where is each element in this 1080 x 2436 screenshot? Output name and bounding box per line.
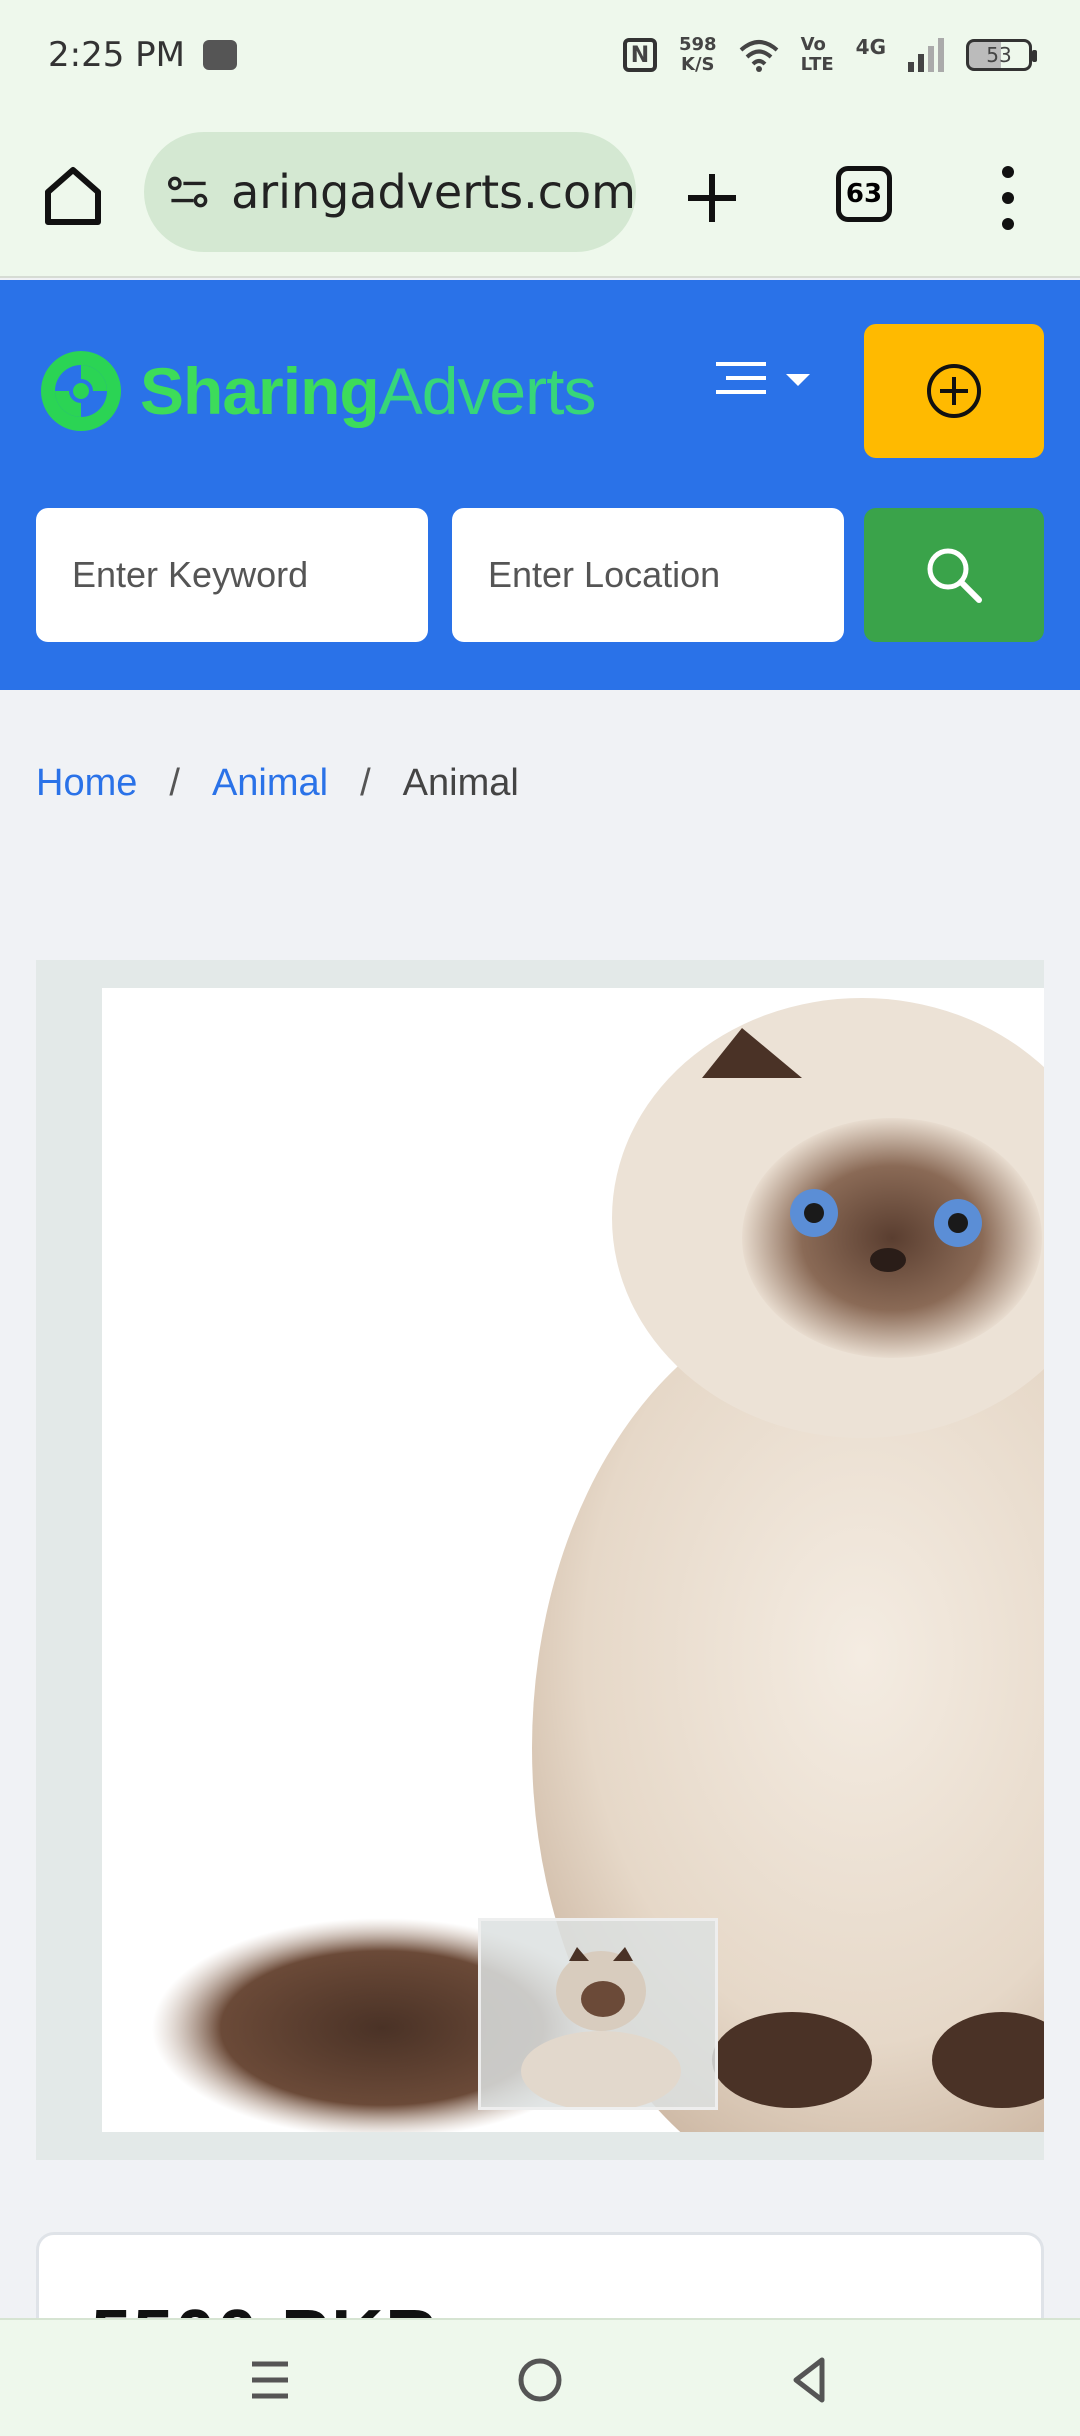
search-icon bbox=[927, 548, 982, 603]
home-icon[interactable] bbox=[40, 162, 106, 228]
network-type: 4G bbox=[855, 35, 886, 59]
volte-indicator: Vo LTE bbox=[801, 35, 834, 75]
battery-icon: 53 bbox=[966, 39, 1037, 71]
logo-text-part1: Sharing bbox=[140, 354, 380, 428]
wifi-icon bbox=[739, 40, 778, 72]
logo-text: SharingAdverts bbox=[140, 353, 597, 429]
breadcrumb-current: Animal bbox=[402, 762, 519, 804]
site-header: SharingAdverts bbox=[0, 280, 1080, 690]
breadcrumb: Home / Animal / Animal bbox=[36, 762, 519, 805]
address-bar[interactable]: aringadverts.com bbox=[144, 132, 636, 252]
status-time: 2:25 PM bbox=[48, 35, 185, 75]
status-left: 2:25 PM bbox=[48, 35, 237, 75]
network-speed: 598 K/S bbox=[679, 35, 717, 75]
post-ad-button[interactable] bbox=[864, 324, 1044, 458]
breadcrumb-home[interactable]: Home bbox=[36, 762, 137, 805]
new-tab-icon[interactable] bbox=[684, 170, 740, 226]
keyword-input[interactable] bbox=[36, 508, 428, 642]
volte-top: Vo bbox=[800, 34, 826, 55]
listing-gallery bbox=[36, 960, 1044, 2160]
cat-thumbnail-photo bbox=[521, 1947, 681, 2107]
tab-switcher-button[interactable]: 63 bbox=[836, 166, 892, 222]
logo-text-part2: Adverts bbox=[378, 354, 597, 428]
volte-bottom: LTE bbox=[800, 54, 834, 75]
gallery-thumbnail[interactable] bbox=[478, 1918, 718, 2110]
main-listing-image[interactable] bbox=[102, 988, 1044, 2132]
url-text[interactable]: aringadverts.com bbox=[231, 165, 636, 219]
breadcrumb-separator: / bbox=[169, 762, 180, 804]
menu-toggle-icon[interactable] bbox=[712, 356, 822, 406]
browser-toolbar: aringadverts.com 63 bbox=[0, 110, 1080, 278]
home-nav-icon[interactable] bbox=[510, 2350, 570, 2410]
network-speed-value: 598 bbox=[679, 34, 717, 55]
search-button[interactable] bbox=[864, 508, 1044, 642]
status-bar: 2:25 PM N 598 K/S Vo LTE 4G 53 bbox=[0, 0, 1080, 110]
breadcrumb-category[interactable]: Animal bbox=[212, 762, 328, 805]
system-nav-bar bbox=[0, 2318, 1080, 2436]
more-options-icon[interactable] bbox=[996, 166, 1020, 230]
location-input[interactable] bbox=[452, 508, 844, 642]
site-settings-icon[interactable] bbox=[168, 172, 209, 212]
back-icon[interactable] bbox=[780, 2350, 840, 2410]
nfc-icon: N bbox=[623, 38, 657, 72]
breadcrumb-separator: / bbox=[360, 762, 371, 804]
network-speed-unit: K/S bbox=[681, 54, 715, 75]
signal-icon bbox=[908, 38, 944, 72]
site-logo[interactable]: SharingAdverts bbox=[38, 332, 597, 450]
tab-count: 63 bbox=[845, 179, 883, 209]
status-right: N 598 K/S Vo LTE 4G 53 bbox=[623, 35, 1037, 75]
logo-icon bbox=[41, 351, 121, 431]
recent-apps-icon[interactable] bbox=[240, 2350, 300, 2410]
battery-level: 53 bbox=[986, 43, 1012, 67]
notification-icon bbox=[203, 40, 237, 70]
plus-circle-icon bbox=[927, 364, 981, 418]
